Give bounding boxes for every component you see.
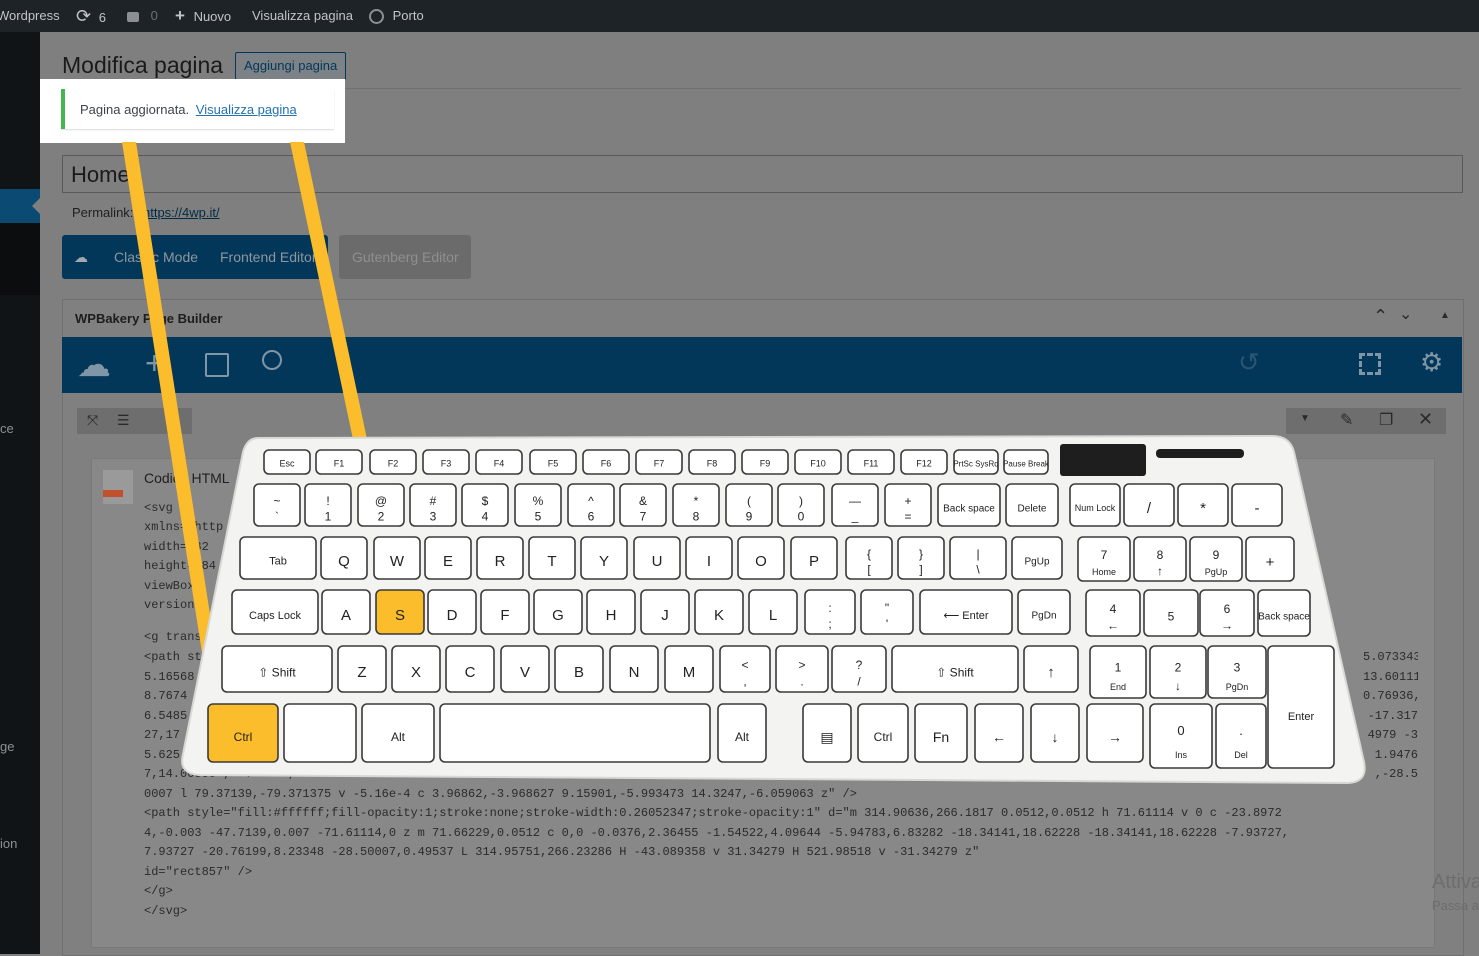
settings-gear-icon[interactable]: ⚙: [1420, 347, 1443, 378]
updates-link[interactable]: ⟳ 6: [76, 0, 106, 32]
site-name[interactable]: Wordpress: [0, 0, 60, 32]
notice-box: Pagina aggiornata. Visualizza pagina: [61, 89, 334, 129]
element-title: Codice HTML: [144, 470, 230, 486]
templates-icon[interactable]: [262, 350, 282, 370]
code-fragment: -17.317: [1367, 709, 1418, 723]
refresh-icon: ⟳: [76, 6, 92, 26]
current-arrow-icon: [32, 198, 40, 214]
collapse-icon[interactable]: ▲: [1440, 310, 1450, 321]
sidebar-label-fragment[interactable]: ce: [0, 421, 14, 436]
add-page-button[interactable]: Aggiungi pagina: [235, 52, 347, 80]
code-line: height="84: [144, 559, 217, 573]
chevron-up-icon[interactable]: ⌃: [1373, 306, 1388, 327]
updates-count: 6: [98, 10, 106, 25]
code-fragment: 0.76936,: [1363, 689, 1418, 703]
code-line: 7,14.00000 ,--.---- ,---: [144, 767, 317, 781]
sidebar-submenu: [0, 223, 40, 295]
porto-label: Porto: [392, 8, 424, 23]
code-line: 5.625: [144, 748, 181, 762]
gear-circle-icon: [369, 9, 384, 25]
undo-icon[interactable]: ↺: [1238, 347, 1260, 378]
admin-sidebar: ce ge ion: [0, 32, 40, 954]
code-line: 8.7674: [144, 689, 188, 703]
row-controls-left: ⤧ ☰: [77, 408, 192, 434]
layout-icon[interactable]: [205, 353, 229, 377]
notice-text: Pagina aggiornata. Visualizza pagina: [80, 102, 297, 117]
update-notice: Pagina aggiornata. Visualizza pagina: [40, 79, 345, 143]
move-icon[interactable]: ⤧: [87, 412, 98, 429]
html-element-box[interactable]: [91, 458, 1435, 948]
page-title: Modifica pagina: [62, 52, 224, 78]
code-fragment: ,-28.5: [1374, 767, 1418, 781]
edit-pencil-icon[interactable]: ✎: [1340, 410, 1353, 430]
sidebar-label-fragment[interactable]: ion: [0, 836, 17, 851]
add-element-icon[interactable]: +: [145, 345, 164, 382]
gutenberg-label: Gutenberg Editor: [352, 249, 459, 265]
code-line: 5.16568: [144, 670, 195, 684]
code-fragment: 4979 -3: [1367, 728, 1418, 742]
cloud-icon: ☁: [74, 249, 88, 265]
fullscreen-icon[interactable]: [1359, 353, 1381, 375]
code-fragment: 13.60111: [1363, 670, 1418, 684]
sidebar-label-fragment[interactable]: ge: [0, 739, 14, 754]
comments-count: 0: [150, 8, 158, 23]
title-input[interactable]: Home: [62, 155, 1463, 193]
editor-switch-group: ☁ Classic Mode Frontend Editor: [62, 235, 328, 279]
porto-link[interactable]: Porto: [369, 0, 424, 32]
code-line: 7.93727 -20.76199,8.23348 -28.50007,0.49…: [144, 845, 980, 859]
code-line: width="82: [144, 540, 209, 554]
frontend-editor-button[interactable]: Frontend Editor: [220, 249, 317, 265]
code-line: id="rect857" />: [144, 865, 253, 879]
new-content-link[interactable]: + Nuovo: [175, 0, 231, 32]
code-line: xmlns="http: [144, 520, 224, 534]
code-line: </svg>: [144, 904, 188, 918]
row-controls-right: ▼ ✎ ❐ ✕: [1286, 408, 1446, 434]
code-line: <path style="fill:#ffffff;fill-opacity:1…: [144, 806, 1282, 820]
wpbakery-title: WPBakery Page Builder: [75, 311, 223, 326]
html-file-icon: [103, 470, 133, 504]
chevron-down-icon[interactable]: ⌄: [1399, 304, 1412, 324]
code-line: 6.5485: [144, 709, 188, 723]
code-line: viewBox=: [144, 579, 202, 593]
wpbakery-logo-icon[interactable]: ☁: [77, 345, 111, 385]
notice-view-link[interactable]: Visualizza pagina: [196, 102, 297, 117]
permalink-link[interactable]: https://4wp.it/: [143, 205, 220, 220]
comment-icon: [127, 11, 139, 22]
close-icon[interactable]: ✕: [1418, 409, 1433, 430]
plus-icon: +: [175, 6, 185, 25]
code-fragment: 5.073343 c: [1363, 650, 1418, 664]
comments-link[interactable]: 0: [127, 0, 158, 32]
drag-handle-icon[interactable]: ☰: [117, 412, 130, 429]
code-line: 4,-0.003 -47.7139,0.007 -71.61114,0 z m …: [144, 826, 1289, 840]
code-fragment: 1.9476: [1374, 748, 1418, 762]
new-label: Nuovo: [193, 9, 232, 24]
permalink-label: Permalink:: [72, 205, 134, 220]
title-value: Home: [71, 162, 130, 187]
code-line: <g trans: [144, 630, 202, 644]
code-line: version=: [144, 598, 202, 612]
code-line: <svg: [144, 501, 173, 515]
code-line: 27,17: [144, 728, 181, 742]
code-line: <path st: [144, 650, 202, 664]
clone-icon[interactable]: ❐: [1379, 410, 1393, 430]
admin-bar: Wordpress ⟳ 6 0 + Nuovo Visualizza pagin…: [0, 0, 1479, 32]
gutenberg-editor-button[interactable]: Gutenberg Editor: [339, 235, 471, 279]
code-line: 0007 l 79.37139,-79.371375 v -5.16e-4 c …: [144, 787, 857, 801]
code-line: </g>: [144, 884, 173, 898]
view-page-link[interactable]: Visualizza pagina: [252, 0, 353, 32]
watermark-subtitle: Passa a: [1432, 898, 1479, 913]
watermark-title: Attiva: [1432, 871, 1479, 893]
classic-mode-button[interactable]: Classic Mode: [114, 249, 198, 265]
dropdown-icon[interactable]: ▼: [1300, 413, 1310, 424]
wpbakery-toolbar: ☁ + ↺ ⚙: [62, 337, 1462, 393]
